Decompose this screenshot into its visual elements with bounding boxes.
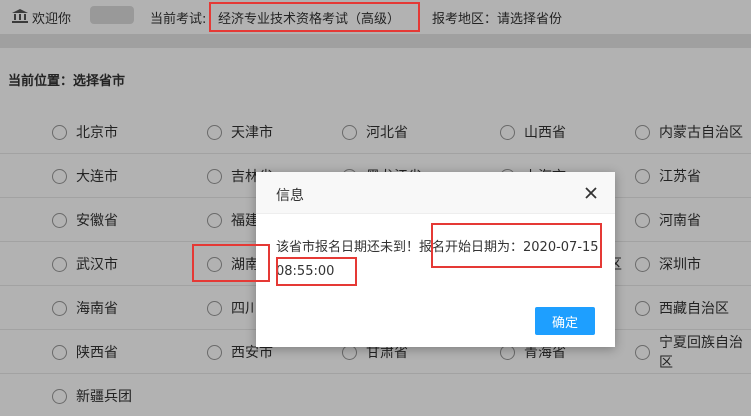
- ok-button[interactable]: 确定: [535, 307, 595, 335]
- dialog-title: 信息: [276, 188, 304, 204]
- info-dialog: 信息 该省市报名日期还未到！报名开始日期为：2020-07-15 08:55:0…: [256, 172, 615, 347]
- dialog-header: 信息: [256, 172, 615, 214]
- close-icon[interactable]: [583, 185, 599, 201]
- dialog-message: 该省市报名日期还未到！报名开始日期为：2020-07-15 08:55:00: [276, 240, 599, 279]
